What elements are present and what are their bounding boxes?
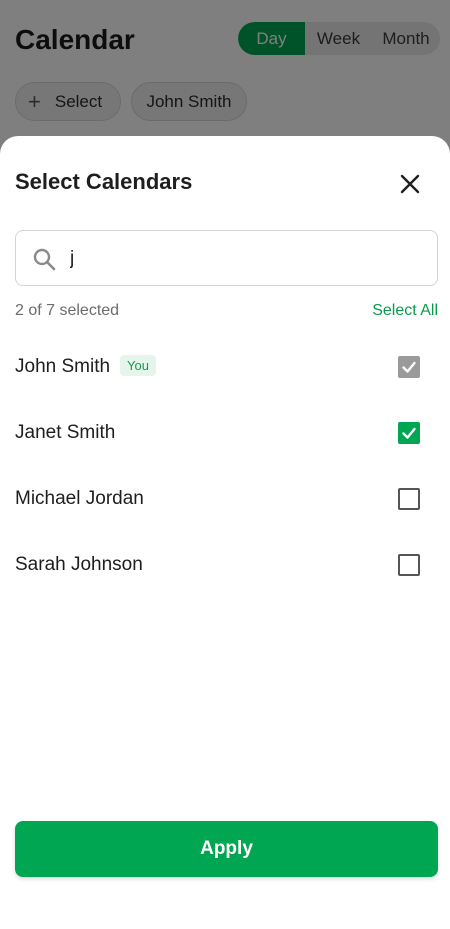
calendar-checkbox[interactable] <box>398 422 420 444</box>
sheet-title: Select Calendars <box>15 169 193 194</box>
you-badge: You <box>120 355 156 376</box>
calendar-item-name: Janet Smith <box>15 422 116 443</box>
close-button[interactable] <box>396 170 424 198</box>
apply-button[interactable]: Apply <box>15 821 438 877</box>
calendar-item-name: Sarah Johnson <box>15 554 143 575</box>
search-icon <box>33 248 56 271</box>
selected-count: 2 of 7 selected <box>15 302 120 319</box>
calendar-item[interactable]: Michael Jordan <box>0 466 450 532</box>
checkmark-icon <box>402 427 416 439</box>
close-icon <box>400 174 420 194</box>
select-all-link[interactable]: Select All <box>372 302 438 320</box>
calendar-item[interactable]: Janet Smith <box>0 400 450 466</box>
calendar-checkbox[interactable] <box>398 554 420 576</box>
calendar-item-name: Michael Jordan <box>15 488 144 509</box>
search-input[interactable] <box>70 239 410 279</box>
search-box[interactable] <box>15 230 438 286</box>
calendar-list: John Smith You Janet Smith Michael Jorda… <box>0 334 450 598</box>
calendar-item-name: John Smith <box>15 356 111 377</box>
select-calendars-sheet: Select Calendars 2 of 7 selected Select … <box>0 136 450 929</box>
checkmark-icon <box>402 361 416 373</box>
calendar-checkbox-disabled[interactable] <box>398 356 420 378</box>
calendar-item[interactable]: John Smith You <box>0 334 450 400</box>
calendar-item[interactable]: Sarah Johnson <box>0 532 450 598</box>
calendar-checkbox[interactable] <box>398 488 420 510</box>
screen: Calendar Day Week Month + Select John Sm… <box>0 0 450 929</box>
